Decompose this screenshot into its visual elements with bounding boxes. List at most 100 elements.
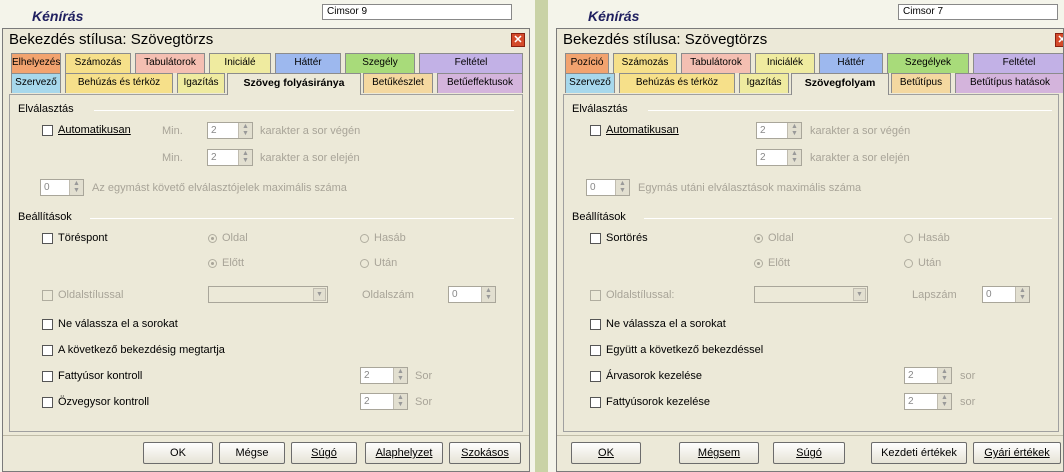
tab-betukeszlet[interactable]: Betűkészlet: [363, 73, 433, 93]
tab-szovegfolyam[interactable]: Szövegfolyam: [791, 73, 889, 95]
tab-szegely[interactable]: Szegély: [345, 53, 415, 73]
right-column-radio[interactable]: [904, 234, 913, 243]
right-factory-defaults-button[interactable]: Gyári értékek: [973, 442, 1061, 464]
right-keep-lines-checkbox[interactable]: [590, 319, 601, 330]
tab-behuzas[interactable]: Behúzás és térköz: [619, 73, 735, 93]
close-icon[interactable]: ✕: [511, 33, 525, 47]
right-pagestyle-checkbox[interactable]: [590, 290, 601, 301]
right-help-button[interactable]: Súgó: [773, 442, 845, 464]
tab-behuzas[interactable]: Behúzás és térköz: [65, 73, 173, 93]
right-keep-next-label: Együtt a következő bekezdéssel: [606, 344, 764, 356]
tab-szamozas[interactable]: Számozás: [613, 53, 677, 73]
left-help-button[interactable]: Súgó: [291, 442, 357, 464]
right-before-radio[interactable]: [754, 259, 763, 268]
left-settings-heading: Beállítások: [18, 211, 72, 223]
tab-feltetel[interactable]: Feltétel: [973, 53, 1063, 73]
right-reset-button[interactable]: Kezdeti értékek: [871, 442, 967, 464]
left-reset-button[interactable]: Alaphelyzet: [365, 442, 443, 464]
tab-betutipus-hatasok[interactable]: Betűtípus hatások: [955, 73, 1063, 93]
left-column-radio[interactable]: [360, 234, 369, 243]
right-style-box[interactable]: Cimsor 7: [898, 4, 1058, 20]
tab-hatter[interactable]: Háttér: [275, 53, 341, 73]
left-style-box[interactable]: Cimsor 9: [322, 4, 512, 20]
right-after-radio[interactable]: [904, 259, 913, 268]
left-orphan-checkbox[interactable]: [42, 371, 53, 382]
right-pagestyle-select[interactable]: ▼: [754, 286, 868, 303]
right-settings-separator: [644, 218, 1052, 219]
right-max-hyphens-spinner[interactable]: 0 ▲ ▼: [586, 179, 630, 196]
right-widow-checkbox[interactable]: [590, 397, 601, 408]
left-max-hyphens-text: Az egymást követő elválasztójelek maximá…: [92, 182, 347, 194]
left-after-radio[interactable]: [360, 259, 369, 268]
left-pagenum-label: Oldalszám: [362, 289, 414, 301]
right-widow-unit: sor: [960, 396, 976, 408]
left-auto-hyphen-checkbox[interactable]: [42, 125, 53, 136]
tab-igazitas[interactable]: Igazítás: [177, 73, 225, 93]
right-keep-next-checkbox[interactable]: [590, 345, 601, 356]
left-cancel-button[interactable]: Mégse: [219, 442, 285, 464]
left-button-bar: OK Mégse Súgó Alaphelyzet Szokásos: [3, 435, 529, 471]
left-hyphenation-separator: [94, 110, 514, 111]
left-pagestyle-select[interactable]: ▼: [208, 286, 328, 303]
left-tab-panel: Elválasztás Automatikusan Min. 2 ▲ ▼ karak…: [9, 94, 523, 432]
left-orphan-unit: Sor: [415, 370, 433, 382]
right-page-label: Oldal: [768, 232, 794, 244]
left-min1-text: karakter a sor végén: [260, 125, 361, 137]
tab-szervezo[interactable]: Szervező: [11, 73, 61, 93]
tab-feltetel[interactable]: Feltétel: [419, 53, 523, 73]
tab-betutipus[interactable]: Betűtípus: [891, 73, 951, 93]
right-page-radio[interactable]: [754, 234, 763, 243]
left-keep-lines-checkbox[interactable]: [42, 319, 53, 330]
tab-hatter[interactable]: Háttér: [819, 53, 883, 73]
right-orphan-spinner[interactable]: 2 ▲ ▼: [904, 367, 952, 384]
right-tab-panel: Elválasztás Automatikusan 2 ▲ ▼ karakter a…: [563, 94, 1059, 432]
left-min1-spinner[interactable]: 2 ▲ ▼: [207, 122, 253, 139]
right-hyphenation-separator: [648, 110, 1052, 111]
tab-igazitas[interactable]: Igazítás: [739, 73, 789, 93]
right-orphan-checkbox[interactable]: [590, 371, 601, 382]
tab-inicialek[interactable]: Iniciálék: [755, 53, 815, 73]
close-icon[interactable]: ✕: [1055, 33, 1063, 47]
tab-szegelyek[interactable]: Szegélyek: [887, 53, 969, 73]
left-standard-button[interactable]: Szokásos: [449, 442, 521, 464]
right-auto-hyphen-checkbox[interactable]: [590, 125, 601, 136]
chevron-down-icon: ▼: [853, 288, 866, 301]
tab-tabulatorok[interactable]: Tabulátorok: [135, 53, 205, 73]
right-cancel-button[interactable]: Mégsem: [679, 442, 759, 464]
right-button-bar: OK Mégsem Súgó Kezdeti értékek Gyári ért…: [557, 435, 1063, 471]
left-before-radio[interactable]: [208, 259, 217, 268]
tab-szoveg-folyasiranya[interactable]: Szöveg folyásiránya: [227, 73, 361, 95]
left-orphan-label: Fattyúsor kontroll: [58, 370, 143, 382]
right-tabrow-2: Szervező Behúzás és térköz Igazítás Szöv…: [565, 73, 1063, 95]
right-break-checkbox[interactable]: [590, 233, 601, 244]
left-orphan-spinner[interactable]: 2 ▲ ▼: [360, 367, 408, 384]
right-min1-spinner[interactable]: 2 ▲ ▼: [756, 122, 802, 139]
left-widow-checkbox[interactable]: [42, 397, 53, 408]
left-min2-spinner[interactable]: 2 ▲ ▼: [207, 149, 253, 166]
right-min2-spinner[interactable]: 2 ▲ ▼: [756, 149, 802, 166]
right-ok-button[interactable]: OK: [571, 442, 641, 464]
right-pagenum-spinner[interactable]: 0 ▲ ▼: [982, 286, 1030, 303]
right-after-label: Után: [918, 257, 942, 269]
left-pagenum-spinner[interactable]: 0 ▲ ▼: [448, 286, 496, 303]
right-widow-spinner[interactable]: 2 ▲ ▼: [904, 393, 952, 410]
left-page-radio[interactable]: [208, 234, 217, 243]
left-pagestyle-checkbox[interactable]: [42, 290, 53, 301]
tab-szervezo[interactable]: Szervező: [565, 73, 615, 93]
tab-iniciale[interactable]: Iniciálé: [209, 53, 271, 73]
left-ok-button[interactable]: OK: [143, 442, 213, 464]
tab-elhelyezes[interactable]: Elhelyezés: [11, 53, 61, 73]
right-widow-label: Fattyúsorok kezelése: [606, 396, 710, 408]
left-break-checkbox[interactable]: [42, 233, 53, 244]
right-min1-text: karakter a sor végén: [810, 125, 911, 137]
left-widow-spinner[interactable]: 2 ▲ ▼: [360, 393, 408, 410]
tab-pozicio[interactable]: Pozíció: [565, 53, 609, 73]
tab-tabulatorok[interactable]: Tabulátorok: [681, 53, 751, 73]
left-keep-next-checkbox[interactable]: [42, 345, 53, 356]
left-max-hyphens-spinner[interactable]: 0 ▲ ▼: [40, 179, 84, 196]
right-auto-hyphen-label: Automatikusan: [606, 124, 679, 136]
left-tabrow-2: Szervező Behúzás és térköz Igazítás Szöv…: [11, 73, 525, 95]
tab-betueffektusok[interactable]: Betűeffektusok: [437, 73, 523, 93]
left-break-label: Töréspont: [58, 232, 108, 244]
tab-szamozas[interactable]: Számozás: [65, 53, 131, 73]
